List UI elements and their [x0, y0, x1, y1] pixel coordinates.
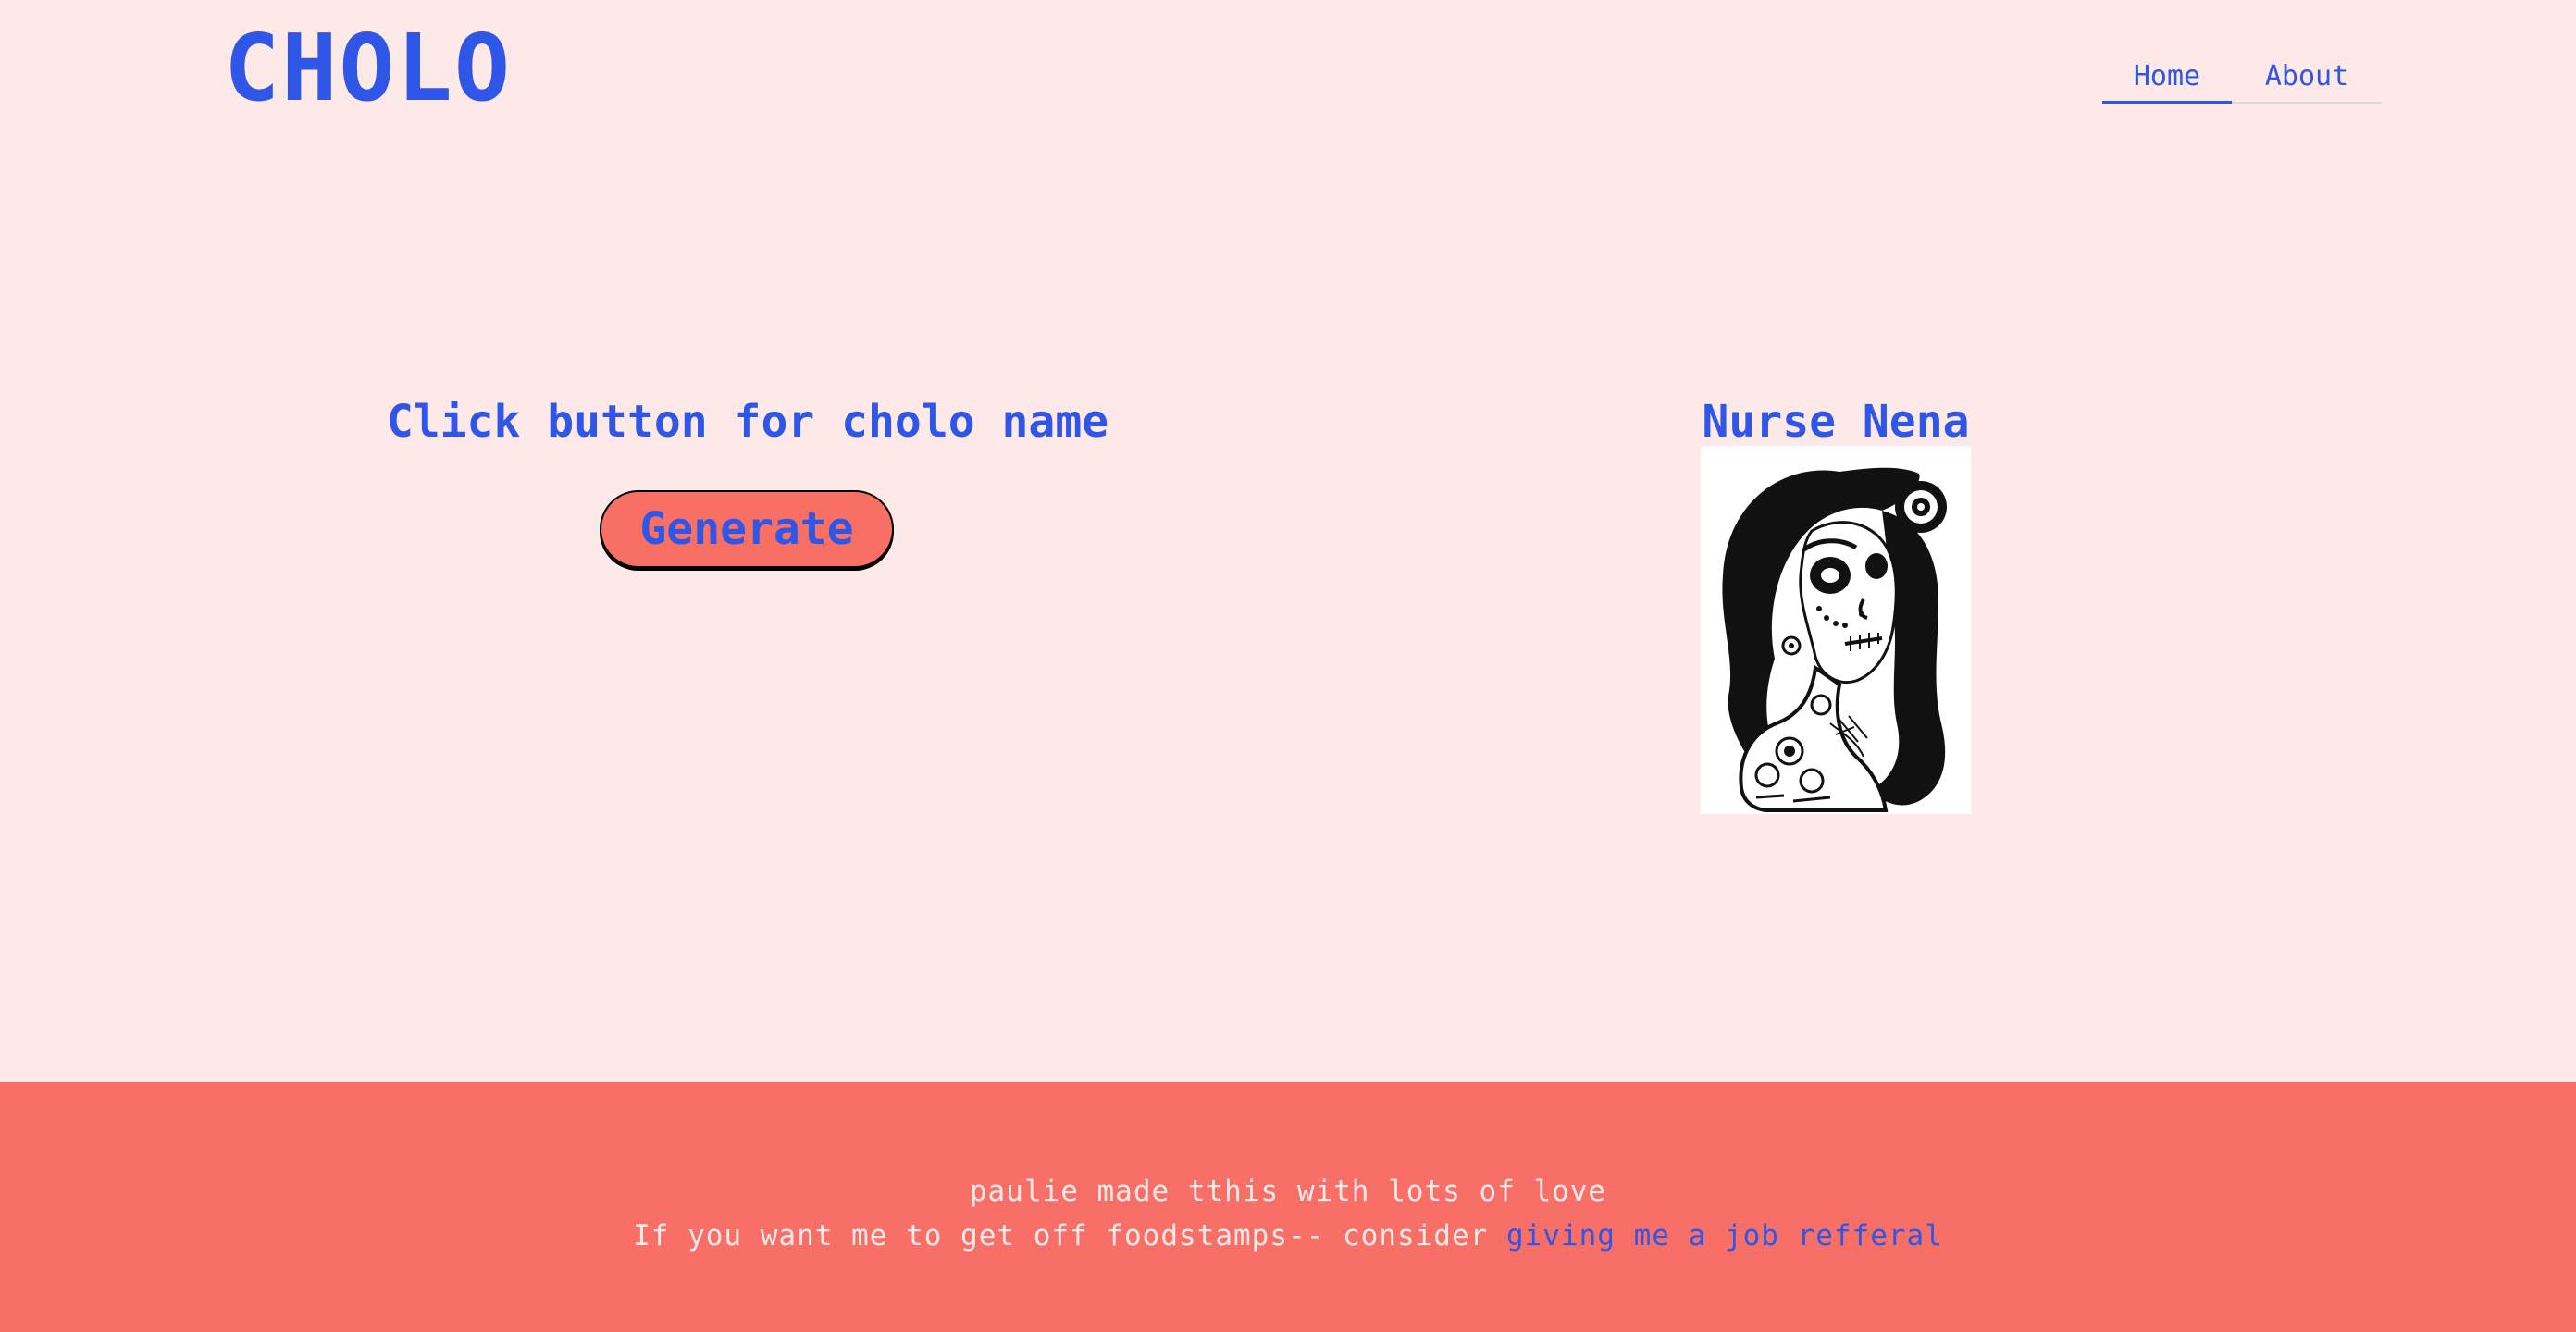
site-logo[interactable]: CHOLO — [224, 13, 512, 124]
footer-credit: paulie made tthis with lots of love — [969, 1175, 1607, 1208]
portrait-image — [1701, 446, 1971, 814]
sugar-skull-woman-icon — [1722, 467, 1947, 812]
nav-tab-home[interactable]: Home — [2102, 50, 2232, 102]
main-nav: Home About — [2102, 50, 2382, 104]
generate-button-container: Generate — [600, 490, 894, 568]
instruction-heading: Click button for cholo name — [386, 396, 1109, 448]
generate-button[interactable]: Generate — [600, 490, 894, 568]
job-referral-link[interactable]: giving me a job refferal — [1506, 1219, 1943, 1252]
nav-tab-about[interactable]: About — [2232, 50, 2382, 102]
site-footer: paulie made tthis with lots of love If y… — [0, 1082, 2576, 1332]
footer-appeal-text: If you want me to get off foodstamps-- c… — [633, 1219, 1506, 1252]
footer-appeal: If you want me to get off foodstamps-- c… — [0, 1219, 2576, 1252]
active-tab-indicator — [2102, 101, 2232, 104]
